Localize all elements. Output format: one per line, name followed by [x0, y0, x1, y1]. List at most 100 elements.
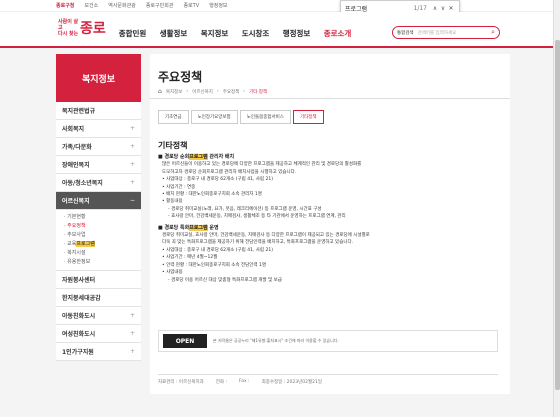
- policy-heading-1: ■ 경로당 순회프로그램 관리자 배치: [158, 154, 235, 160]
- gnb-item[interactable]: 행정정보: [276, 28, 317, 39]
- logo-line2: 다시 찾는: [58, 31, 79, 37]
- minus-icon[interactable]: −: [130, 197, 135, 204]
- find-highlight: 프로그램: [189, 224, 208, 231]
- sidebar-item[interactable]: 여성친화도시 +: [56, 325, 141, 343]
- utility-link[interactable]: 행정정보: [209, 2, 227, 9]
- find-prev-button[interactable]: ∧: [431, 5, 439, 12]
- sidebar-item[interactable]: 한지붕세대공감: [56, 289, 141, 307]
- find-count: 1/17: [413, 4, 427, 12]
- utility-link[interactable]: 종로TV: [183, 2, 199, 9]
- sidebar-item[interactable]: 아동/청소년복지 +: [56, 174, 141, 192]
- sidebar-item[interactable]: 아동친화도시 +: [56, 307, 141, 325]
- gnb-item[interactable]: 종로소개: [317, 28, 358, 39]
- sidebar-item-label: 자원봉사센터: [62, 277, 96, 284]
- list-item: • 인력 현황 : 대한노인회종로구지회 소속 전담인력 1명: [162, 262, 266, 268]
- utility-link[interactable]: 종로구민회관: [146, 2, 174, 9]
- sidebar-item[interactable]: 사회복지 +: [56, 120, 141, 138]
- sidebar-item-label: 복지관련법규: [62, 108, 96, 115]
- logo[interactable]: 사람이 살고 다시 찾는 종로: [58, 18, 106, 38]
- footer-phone: 전화 :: [215, 380, 228, 385]
- find-close-button[interactable]: ✕: [447, 5, 455, 12]
- footer-fax: Fax :: [239, 379, 250, 384]
- plus-icon[interactable]: +: [130, 330, 135, 337]
- submenu-item[interactable]: · 주요정책: [64, 222, 133, 231]
- list-item: - 효사랑 안마, 건강백세운동, 치매검사, 생활체조 등 타 기관에서 운영…: [168, 214, 346, 220]
- utility-link[interactable]: 역사문화관광: [108, 2, 136, 9]
- find-next-button[interactable]: ∨: [439, 5, 447, 12]
- list-item: • 사업내용: [162, 270, 183, 276]
- submenu-item-education[interactable]: · 교육프로그램: [64, 240, 133, 249]
- tab-basic-pension[interactable]: 기초연금: [158, 110, 189, 124]
- find-highlight: 프로그램: [189, 154, 208, 160]
- search-icon[interactable]: ⌕: [491, 28, 495, 37]
- sidebar-item[interactable]: 가족/다문화 +: [56, 138, 141, 156]
- sidebar-item-label: 아동/청소년복지: [62, 180, 103, 187]
- list-item: • 배치 현황 : 대한노인회종로구지회 소속 관리자 1명: [162, 192, 262, 198]
- sidebar-title: 복지정보: [56, 54, 141, 102]
- content-footer: 자료관리 : 어르신복지과 전화 : Fax : 최종수정일 : 2023년02…: [158, 374, 498, 385]
- submenu-item[interactable]: · 추모사업: [64, 231, 133, 240]
- gnb-item[interactable]: 도시창조: [235, 28, 276, 39]
- search-input[interactable]: 검색어를 입력하세요: [418, 30, 492, 36]
- plus-icon[interactable]: +: [130, 143, 135, 150]
- tab-care-service[interactable]: 노인돌봄종합서비스: [239, 110, 291, 124]
- policy-body: ■ 경로당 순회프로그램 관리자 배치 많은 어르신들이 이용하고 있는 경로당…: [158, 154, 498, 284]
- tab-long-term-care[interactable]: 노인장기요양보험: [190, 110, 238, 124]
- plus-icon[interactable]: +: [130, 161, 135, 168]
- main-nav: 종합민원 생활정보 복지정보 도시창조 행정정보 종로소개: [112, 28, 358, 39]
- breadcrumb: ⌂ 복지정보 › 어르신복지 › 주요정책 › 기타 정책: [158, 88, 268, 95]
- utility-link[interactable]: 보건소: [84, 2, 98, 9]
- sidebar-item[interactable]: 장애인복지 +: [56, 156, 141, 174]
- page-title: 주요정책: [158, 70, 203, 84]
- search-scope-select[interactable]: 통합검색: [397, 30, 414, 36]
- scrollbar-thumb[interactable]: [555, 40, 560, 390]
- sidebar-item-label: 아동친화도시: [62, 313, 96, 320]
- list-item: • 사업대상 : 종로구 내 경로당 62개소 (구립 41, 사립 21): [162, 177, 273, 183]
- gnb-item[interactable]: 종합민원: [112, 28, 153, 39]
- sidebar-item-label: 1인가구지원: [62, 349, 94, 356]
- plus-icon[interactable]: +: [130, 179, 135, 186]
- policy-heading-2: ■ 경로당 특화프로그램 운영: [158, 224, 219, 231]
- utility-link[interactable]: 종로구청: [56, 2, 74, 9]
- sidebar-item-label: 여성친화도시: [62, 331, 96, 338]
- utility-bar: 종로구청 보건소 역사문화관광 종로구민회관 종로TV 행정정보: [0, 0, 560, 12]
- submenu-item[interactable]: · 복지시설: [64, 249, 133, 258]
- tab-other-policy[interactable]: 기타정책: [292, 110, 324, 124]
- find-highlight: 프로그램: [76, 241, 95, 247]
- plus-icon[interactable]: +: [130, 125, 135, 132]
- policy-tabs: 기초연금 노인장기요양보험 노인돌봄종합서비스 기타정책: [158, 110, 326, 124]
- paragraph: 경로당 취미교실, 효사랑 안마, 건강백세운동, 치매검사 등 다양한 프로그…: [162, 233, 370, 239]
- breadcrumb-item[interactable]: 주요정책: [223, 89, 240, 95]
- site-search[interactable]: 통합검색 검색어를 입력하세요 ⌕: [392, 26, 500, 39]
- list-item: • 활동내용: [162, 199, 183, 205]
- main-content: 주요정책 ⌂ 복지정보 › 어르신복지 › 주요정책 › 기타 정책 기초연금 노인장…: [150, 54, 510, 394]
- submenu-item[interactable]: · 유용한정보: [64, 258, 133, 267]
- list-item: - 경로당 이용 어르신 대상 맞춤형 특화프로그램 개발 및 보급: [168, 277, 282, 283]
- section-title: 기타정책: [158, 141, 188, 150]
- gnb-item[interactable]: 생활정보: [153, 28, 194, 39]
- sidebar-item-label: 사회복지: [62, 126, 85, 133]
- submenu-item[interactable]: · 기본현황: [64, 213, 133, 222]
- sidebar-item-label: 어르신복지: [62, 198, 90, 205]
- sidebar-item[interactable]: 자원봉사센터: [56, 271, 141, 289]
- home-icon[interactable]: ⌂: [158, 88, 162, 95]
- sidebar-item-label: 가족/다문화: [62, 144, 92, 151]
- license-text: 본 저작물은 공공누리 "제1유형:출처표시" 조건에 따라 이용할 수 있습니…: [213, 338, 339, 343]
- sidebar-item[interactable]: 복지관련법규: [56, 102, 141, 120]
- logo-line1: 사람이 살고: [58, 19, 79, 31]
- submenu-label: · 교육: [64, 241, 77, 247]
- breadcrumb-item[interactable]: 어르신복지: [192, 89, 213, 95]
- open-license-logo[interactable]: OPEN: [163, 334, 207, 348]
- sidebar-item[interactable]: 1인가구지원 +: [56, 343, 141, 361]
- sidebar-item[interactable]: 어르신복지 −: [56, 192, 141, 210]
- list-item: • 사업대상 : 종로구 내 경로당 62개소 (구립 41, 사립 21): [162, 247, 273, 253]
- utility-links: 종로구청 보건소 역사문화관광 종로구민회관 종로TV 행정정보: [56, 2, 228, 9]
- paragraph: 도모하고자 경로당 순회프로그램 관리자 배치사업을 시행하고 있습니다.: [162, 169, 297, 175]
- logo-big: 종로: [80, 21, 106, 37]
- plus-icon[interactable]: +: [130, 348, 135, 355]
- plus-icon[interactable]: +: [130, 312, 135, 319]
- gnb-item[interactable]: 복지정보: [194, 28, 235, 39]
- list-item: - 경로당 취미교실(노래, 요가, 웃음, 레크리에이션) 등 프로그램 운영…: [168, 206, 322, 212]
- scrollbar[interactable]: [553, 0, 560, 417]
- breadcrumb-item[interactable]: 복지정보: [166, 89, 183, 95]
